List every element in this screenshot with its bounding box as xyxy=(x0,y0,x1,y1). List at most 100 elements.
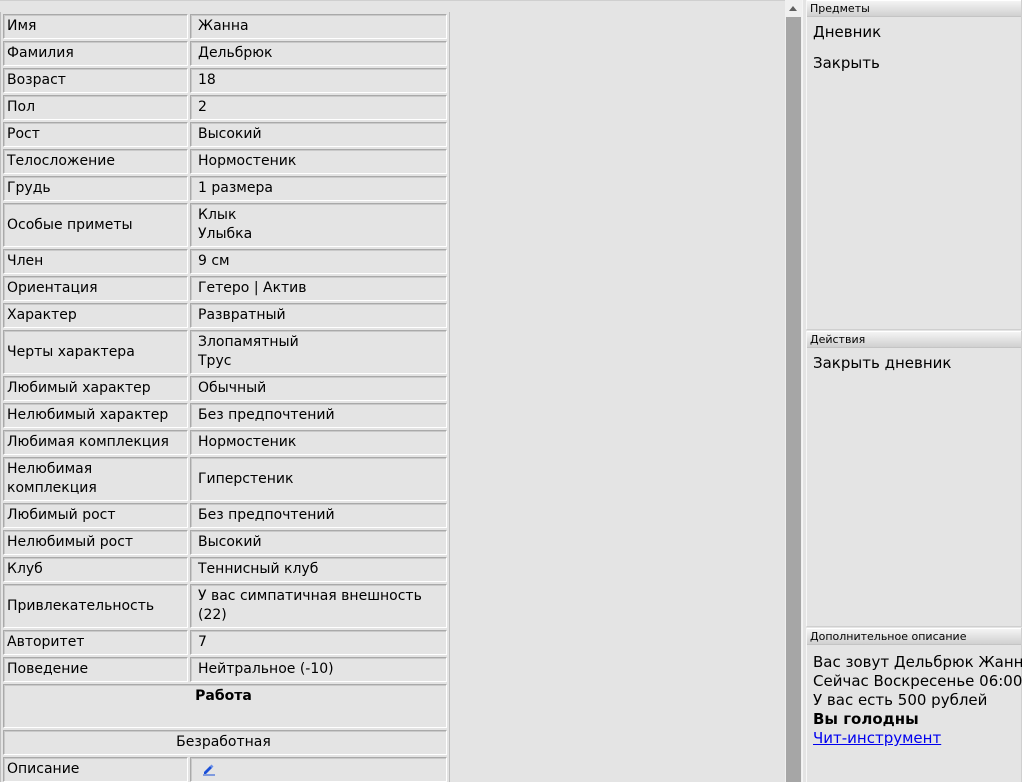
actions-panel: Действия Закрыть дневник xyxy=(806,331,1022,627)
stat-value: Без предпочтений xyxy=(190,403,447,428)
stat-label: Поведение xyxy=(3,657,188,682)
stat-value-line: (22) xyxy=(198,607,227,623)
vertical-scrollbar[interactable] xyxy=(785,0,802,782)
stat-label: Нелюбимый рост xyxy=(3,530,188,555)
table-row: Характер Развратный xyxy=(3,303,447,328)
desc-name-line: Вас зовут Дельбрюк Жанна. xyxy=(813,653,1022,671)
table-row: Фамилия Дельбрюк xyxy=(3,41,447,66)
table-row: Нелюбимая комплекция Гиперстеник xyxy=(3,457,447,501)
action-close-diary[interactable]: Закрыть дневник xyxy=(813,354,1021,373)
stat-label: Грудь xyxy=(3,176,188,201)
table-row: Черты характера Злопамятный Трус xyxy=(3,330,447,374)
stat-value-line: Гетеро | Актив xyxy=(198,280,307,296)
stat-value: Жанна xyxy=(190,14,447,39)
stat-label: Авторитет xyxy=(3,630,188,655)
stat-value-line: Высокий xyxy=(198,126,262,142)
description-label: Описание xyxy=(3,757,188,782)
stat-value-line: Трус xyxy=(198,353,232,369)
items-panel: Предметы Дневник Закрыть xyxy=(806,0,1022,330)
table-row: Рост Высокий xyxy=(3,122,447,147)
items-panel-title: Предметы xyxy=(807,0,1021,17)
stat-label: Клуб xyxy=(3,557,188,582)
stat-label: Член xyxy=(3,249,188,274)
stat-value-line: 7 xyxy=(198,634,207,650)
stat-label: Пол xyxy=(3,95,188,120)
stat-label: Любимая комплекция xyxy=(3,430,188,455)
item-close[interactable]: Закрыть xyxy=(813,54,1021,73)
table-row: Клуб Теннисный клуб xyxy=(3,557,447,582)
stat-value-line: Нормостеник xyxy=(198,434,297,450)
pencil-icon[interactable] xyxy=(202,762,216,776)
stat-label: Ориентация xyxy=(3,276,188,301)
stat-value: Нейтральное (-10) xyxy=(190,657,447,682)
top-border xyxy=(0,0,806,1)
stat-value: Теннисный клуб xyxy=(190,557,447,582)
actions-panel-title: Действия xyxy=(807,331,1021,348)
stat-value-line: Нейтральное (-10) xyxy=(198,661,334,677)
stat-label: Особые приметы xyxy=(3,203,188,247)
table-row: Любимый рост Без предпочтений xyxy=(3,503,447,528)
stat-value-line: Без предпочтений xyxy=(198,407,335,423)
item-diary[interactable]: Дневник xyxy=(813,23,1021,42)
game-window: Имя Жанна Фамилия Дельбрюк Возраст 18 Пол 2 Рост… xyxy=(0,0,1022,782)
stat-value: Нормостеник xyxy=(190,430,447,455)
stat-value: Дельбрюк xyxy=(190,41,447,66)
stat-value: Гиперстеник xyxy=(190,457,447,501)
stat-label: Привлекательность xyxy=(3,584,188,628)
desc-time-line: Сейчас Воскресенье 06:00 xyxy=(813,672,1022,690)
actions-panel-body: Закрыть дневник xyxy=(807,348,1021,373)
table-row: Авторитет 7 xyxy=(3,630,447,655)
stat-label: Возраст xyxy=(3,68,188,93)
stat-value: Развратный xyxy=(190,303,447,328)
cheat-tool-link[interactable]: Чит-инструмент xyxy=(813,729,1021,748)
table-row: Пол 2 xyxy=(3,95,447,120)
stat-label: Имя xyxy=(3,14,188,39)
description-panel-title: Дополнительное описание xyxy=(807,628,1021,645)
stat-value-line: Клык xyxy=(198,207,237,223)
table-row: Особые приметы Клык Улыбка xyxy=(3,203,447,247)
stat-value-line: Гиперстеник xyxy=(198,470,294,487)
stat-label: Характер xyxy=(3,303,188,328)
stat-value: 18 xyxy=(190,68,447,93)
description-edit-cell xyxy=(190,757,447,782)
table-row: Безработная xyxy=(3,730,447,755)
description-panel-body: Вас зовут Дельбрюк Жанна. Сейчас Воскрес… xyxy=(807,645,1022,748)
table-row: Имя Жанна xyxy=(3,14,447,39)
stat-value-line: Высокий xyxy=(198,534,262,550)
scroll-thumb[interactable] xyxy=(786,17,801,782)
stat-value-line: 9 см xyxy=(198,253,230,269)
stat-value-line: 1 размера xyxy=(198,180,273,196)
stat-value: Гетеро | Актив xyxy=(190,276,447,301)
stat-value-line: Нормостеник xyxy=(198,153,297,169)
description-panel: Дополнительное описание Вас зовут Дельбр… xyxy=(806,628,1022,782)
stat-value-line: Улыбка xyxy=(198,226,253,242)
table-row: Нелюбимый характер Без предпочтений xyxy=(3,403,447,428)
stat-value: Обычный xyxy=(190,376,447,401)
stat-label: Рост xyxy=(3,122,188,147)
stat-value: Злопамятный Трус xyxy=(190,330,447,374)
table-row: Член 9 см xyxy=(3,249,447,274)
table-row: Ориентация Гетеро | Актив xyxy=(3,276,447,301)
stat-value-line: 18 xyxy=(198,72,216,88)
table-row: Грудь 1 размера xyxy=(3,176,447,201)
stat-value-line: Злопамятный xyxy=(198,334,299,350)
stat-label: Любимый рост xyxy=(3,503,188,528)
stat-value: Нормостеник xyxy=(190,149,447,174)
table-row: Поведение Нейтральное (-10) xyxy=(3,657,447,682)
table-row: Нелюбимый рост Высокий xyxy=(3,530,447,555)
stat-value-line: Теннисный клуб xyxy=(198,561,319,577)
stat-label-line: Нелюбимая xyxy=(7,461,93,477)
stat-label: Нелюбимый характер xyxy=(3,403,188,428)
work-section-heading: Работа xyxy=(3,684,447,728)
stat-value: Клык Улыбка xyxy=(190,203,447,247)
stat-value: Высокий xyxy=(190,122,447,147)
scroll-up-arrow-icon[interactable] xyxy=(785,0,802,17)
table-row: Описание xyxy=(3,757,447,782)
stat-label: Телосложение xyxy=(3,149,188,174)
stat-value: 2 xyxy=(190,95,447,120)
stat-value-line: Обычный xyxy=(198,380,267,396)
stat-value: 1 размера xyxy=(190,176,447,201)
stat-label: Любимый характер xyxy=(3,376,188,401)
table-row: Возраст 18 xyxy=(3,68,447,93)
stat-label: Черты характера xyxy=(3,330,188,374)
